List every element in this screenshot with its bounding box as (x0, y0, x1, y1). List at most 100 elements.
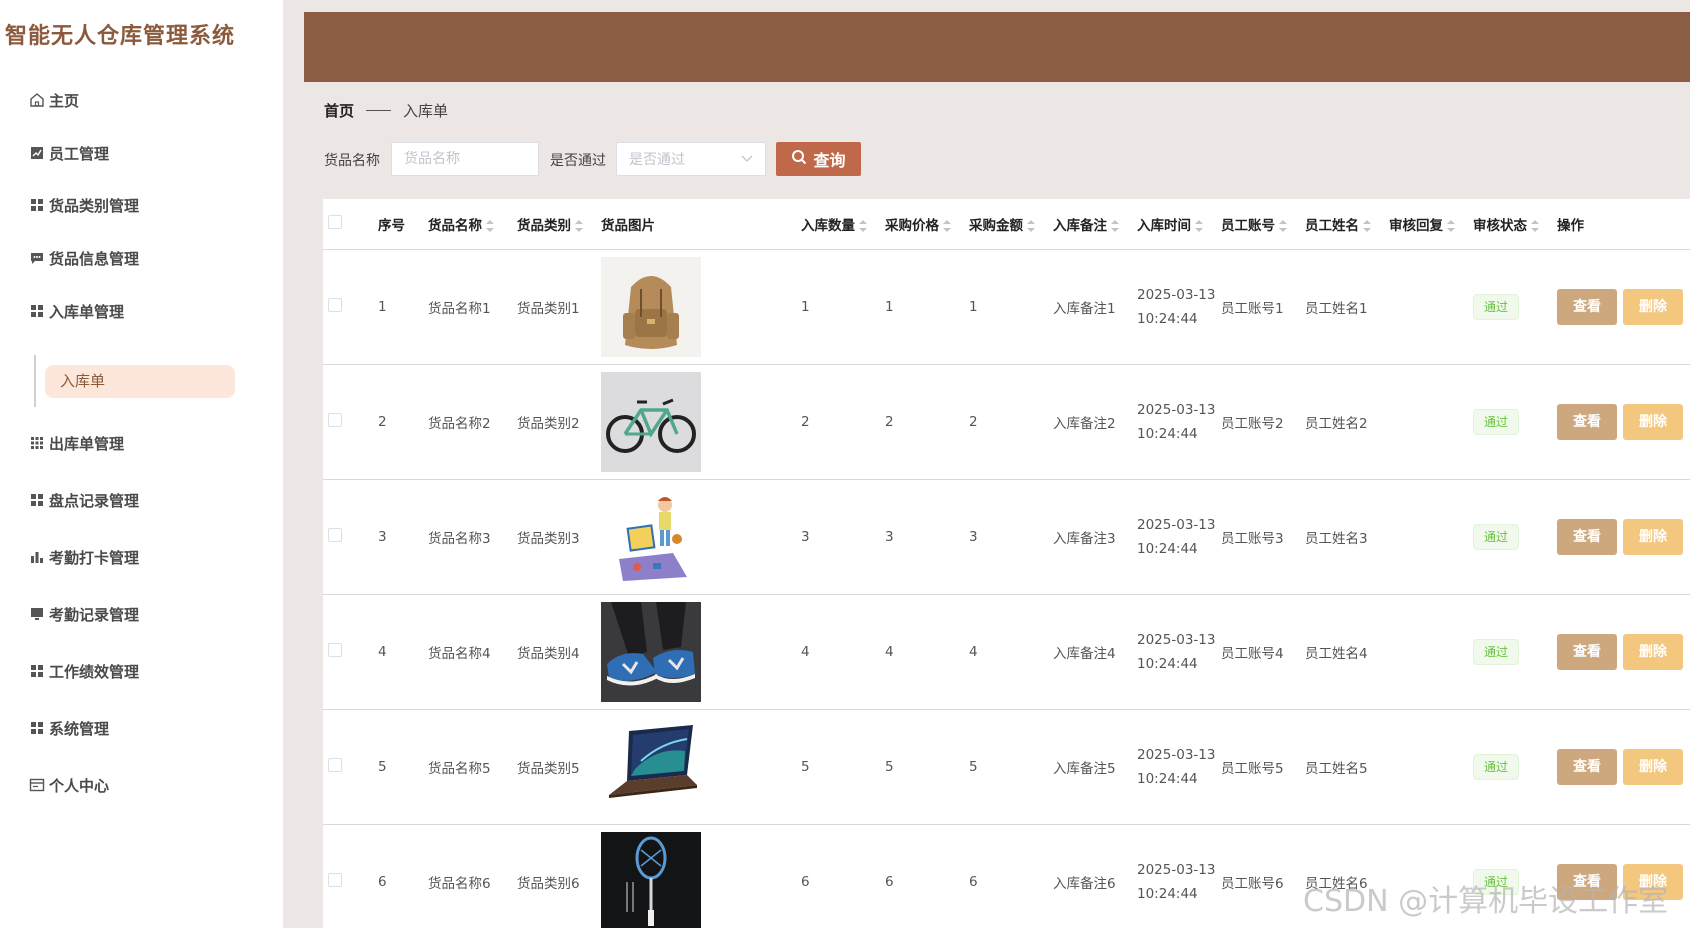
delete-button[interactable]: 删除 (1623, 403, 1683, 440)
delete-button[interactable]: 删除 (1623, 518, 1683, 555)
row-checkbox[interactable] (328, 527, 342, 542)
sidebar-item-performance[interactable]: 工作绩效管理 (28, 656, 139, 686)
cell-reply (1384, 709, 1468, 825)
goods-image-bicycle[interactable] (601, 371, 701, 472)
sidebar-item-label: 盘点记录管理 (49, 491, 140, 510)
grid-icon (28, 719, 46, 737)
header-cell[interactable]: 采购金额 (964, 199, 1048, 249)
goods-image-sneakers[interactable] (601, 601, 701, 702)
table-header-row: 序号 货品名称 货品类别 货品图片 入库数量 采购价格 采购金额 入库备注 入库… (323, 199, 1690, 249)
goods-image-backpack[interactable] (601, 256, 701, 357)
table-row: 5 货品名称5 货品类别5 5 5 5 入库备注5 2025-03-13 10:2… (323, 709, 1690, 825)
header-cell[interactable]: 货品类别 (512, 199, 596, 249)
goods-name-input[interactable] (391, 142, 539, 176)
sidebar-item-label: 员工管理 (49, 144, 110, 163)
passed-select[interactable]: 是否通过 (616, 142, 766, 176)
submenu-divider (34, 355, 36, 407)
view-button[interactable]: 查看 (1557, 518, 1617, 555)
sidebar-item-attendance-checkin[interactable]: 考勤打卡管理 (28, 542, 139, 572)
header-cell[interactable]: 员工姓名 (1300, 199, 1384, 249)
grid-icon (28, 302, 46, 320)
sidebar-item-system[interactable]: 系统管理 (28, 713, 109, 743)
cell-account: 员工账号3 (1216, 479, 1300, 595)
grid-icon (28, 491, 46, 509)
header-cell[interactable]: 入库数量 (796, 199, 880, 249)
cell-no: 1 (373, 248, 423, 365)
delete-button[interactable]: 删除 (1623, 633, 1683, 670)
header-cell[interactable]: 采购价格 (880, 199, 964, 249)
row-checkbox[interactable] (328, 412, 342, 427)
sort-icon[interactable] (1363, 219, 1371, 232)
goods-image-badminton-racket[interactable] (601, 831, 701, 928)
row-checkbox[interactable] (328, 642, 342, 657)
cell-goods-name: 货品名称3 (423, 479, 512, 595)
row-checkbox[interactable] (328, 757, 342, 772)
sidebar-item-home[interactable]: 主页 (28, 85, 79, 115)
sort-icon[interactable] (1027, 219, 1035, 232)
sidebar-item-goods-info[interactable]: 货品信息管理 (28, 243, 139, 273)
app-title: 智能无人仓库管理系统 (5, 24, 236, 49)
cell-price: 5 (880, 709, 964, 825)
sort-icon[interactable] (1111, 219, 1119, 232)
select-all-checkbox[interactable] (328, 214, 342, 229)
sidebar-item-attendance-records[interactable]: 考勤记录管理 (28, 599, 139, 629)
cell-clock: 10:24:44 (1137, 770, 1198, 787)
sidebar-item-inventory[interactable]: 盘点记录管理 (28, 485, 139, 515)
view-button[interactable]: 查看 (1557, 288, 1617, 325)
goods-image-laptop[interactable] (601, 716, 701, 817)
header-cell[interactable]: 入库备注 (1048, 199, 1132, 249)
cell-clock: 10:24:44 (1137, 425, 1198, 442)
row-checkbox[interactable] (328, 297, 342, 312)
header-cell[interactable]: 入库时间 (1132, 199, 1216, 249)
sort-icon[interactable] (1195, 219, 1203, 232)
sidebar-item-inbound[interactable]: 入库单管理 (28, 296, 124, 326)
sort-icon[interactable] (1447, 219, 1455, 232)
inbound-table: 序号 货品名称 货品类别 货品图片 入库数量 采购价格 采购金额 入库备注 入库… (323, 199, 1690, 928)
cell-no: 6 (373, 824, 423, 928)
sort-icon[interactable] (575, 219, 583, 232)
status-badge: 通过 (1473, 293, 1520, 320)
cell-category: 货品类别3 (512, 479, 596, 595)
passed-select-placeholder: 是否通过 (629, 152, 685, 168)
row-checkbox[interactable] (328, 872, 342, 887)
cell-qty: 2 (796, 364, 880, 480)
sidebar-item-goods-category[interactable]: 货品类别管理 (28, 190, 139, 220)
sort-icon[interactable] (943, 219, 951, 232)
sort-icon[interactable] (1279, 219, 1287, 232)
cell-date: 2025-03-13 (1137, 516, 1216, 533)
sidebar-item-outbound[interactable]: 出库单管理 (28, 428, 124, 458)
view-button[interactable]: 查看 (1557, 748, 1617, 785)
search-icon (791, 149, 807, 169)
watermark: CSDN @计算机毕设工作室 (1303, 884, 1669, 919)
sidebar-item-staff[interactable]: 员工管理 (28, 138, 109, 168)
sort-icon[interactable] (859, 219, 867, 232)
view-button[interactable]: 查看 (1557, 633, 1617, 670)
cell-remark: 入库备注5 (1048, 709, 1132, 825)
header-cell[interactable]: 货品名称 (423, 199, 512, 249)
cell-price: 6 (880, 824, 964, 928)
cell-reply (1384, 364, 1468, 480)
header-cell[interactable]: 审核状态 (1468, 199, 1552, 249)
cell-time: 2025-03-13 10:24:44 (1132, 824, 1216, 928)
delete-button[interactable]: 删除 (1623, 748, 1683, 785)
breadcrumb-home[interactable]: 首页 (324, 100, 354, 121)
sidebar-item-profile[interactable]: 个人中心 (28, 770, 109, 800)
search-button[interactable]: 查询 (776, 142, 861, 176)
cell-category: 货品类别4 (512, 594, 596, 710)
sort-icon[interactable] (1531, 219, 1539, 232)
goods-image-kids-illustration[interactable] (601, 486, 701, 587)
cell-no: 2 (373, 364, 423, 480)
cell-no: 4 (373, 594, 423, 710)
breadcrumb: 首页 入库单 (324, 100, 448, 121)
cell-category: 货品类别2 (512, 364, 596, 480)
header-cell[interactable]: 审核回复 (1384, 199, 1468, 249)
sidebar-subitem-inbound[interactable]: 入库单 (45, 365, 235, 398)
header-cell[interactable]: 员工账号 (1216, 199, 1300, 249)
view-button[interactable]: 查看 (1557, 403, 1617, 440)
cell-clock: 10:24:44 (1137, 310, 1198, 327)
sidebar-item-label: 货品信息管理 (49, 249, 140, 268)
cell-remark: 入库备注6 (1048, 824, 1132, 928)
cell-qty: 3 (796, 479, 880, 595)
sort-icon[interactable] (486, 219, 494, 232)
delete-button[interactable]: 删除 (1623, 288, 1683, 325)
